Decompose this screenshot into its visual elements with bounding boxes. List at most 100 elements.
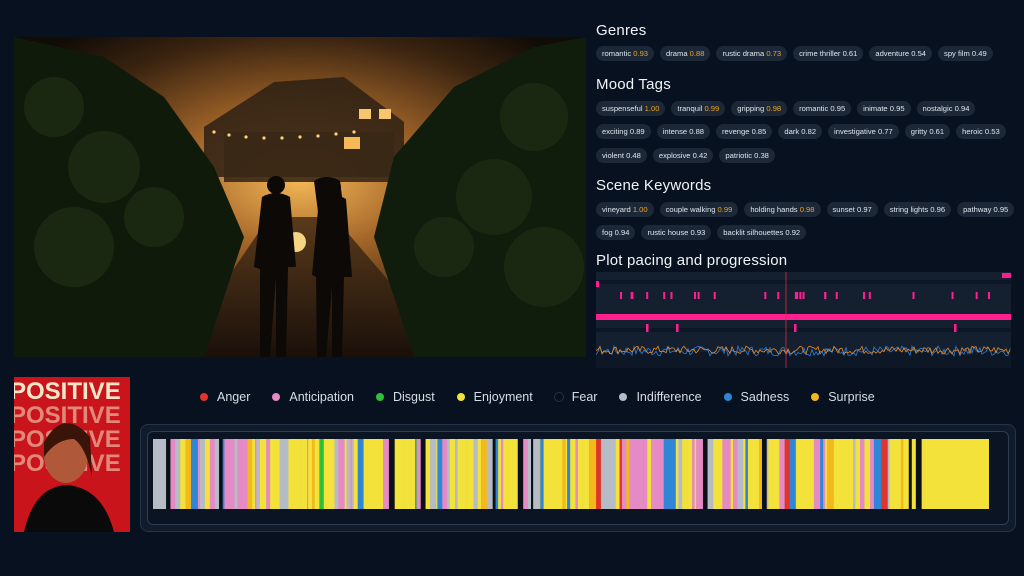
emotion-segment (388, 439, 395, 509)
tag-chip[interactable]: nostalgic 0.94 (916, 101, 976, 116)
emotion-segment (663, 439, 677, 509)
legend-item[interactable]: Indifference (619, 390, 702, 404)
emotion-segment (508, 439, 513, 509)
emotion-segment (224, 439, 229, 509)
emotion-segment (180, 439, 186, 509)
tag-chip[interactable]: fog 0.94 (596, 225, 636, 240)
portrait-thumbnail-icon: POSITIVE POSITIVE POSITIVE POSITIVE (14, 377, 130, 532)
emotion-segment (206, 439, 211, 509)
mood-tags-row-1: suspenseful 1.00 tranquil 0.99 gripping 0.… (596, 101, 976, 116)
genres-tags: romantic 0.93 drama 0.88 rustic drama 0.73… (596, 46, 993, 61)
tag-score: 0.89 (629, 127, 645, 136)
pacing-tick (862, 292, 865, 299)
tag-chip[interactable]: vineyard 1.00 (596, 202, 654, 217)
tag-chip[interactable]: rustic drama 0.73 (716, 46, 788, 61)
emotion-segment (373, 439, 377, 509)
tag-chip[interactable]: suspenseful 1.00 (596, 101, 666, 116)
emotion-segment (498, 439, 502, 509)
tag-label: sunset (832, 205, 857, 214)
emotion-segment (447, 439, 451, 509)
pacing-tick (868, 292, 871, 299)
emotion-segment (256, 439, 261, 509)
legend-item[interactable]: Anger (200, 390, 250, 404)
pacing-timeline[interactable] (596, 272, 1011, 368)
emotion-segment (562, 439, 566, 509)
tag-chip[interactable]: tranquil 0.99 (671, 101, 726, 116)
tag-chip[interactable]: heroic 0.53 (956, 124, 1006, 139)
emotion-segment (481, 439, 488, 509)
tag-chip[interactable]: revenge 0.85 (716, 124, 773, 139)
tag-chip[interactable]: romantic 0.95 (793, 101, 852, 116)
emotion-segment (300, 439, 306, 509)
pacing-tick (794, 292, 797, 299)
emotion-segment (600, 439, 612, 509)
tag-chip[interactable]: inimate 0.95 (857, 101, 911, 116)
emotion-segment (707, 439, 714, 509)
legend-dot (200, 393, 208, 401)
tag-chip[interactable]: backlit silhouettes 0.92 (717, 225, 807, 240)
emotion-segment (924, 439, 989, 509)
emotion-segment (304, 439, 308, 509)
legend-item[interactable]: Disgust (375, 390, 435, 404)
tag-chip[interactable]: drama 0.88 (660, 46, 711, 61)
tag-chip[interactable]: gritty 0.61 (904, 124, 951, 139)
pacing-tick (630, 292, 633, 299)
emotion-segment (404, 439, 411, 509)
emotion-segment (596, 439, 602, 509)
tag-chip[interactable]: spy film 0.49 (938, 46, 993, 61)
emotion-segment (486, 439, 493, 509)
legend-item[interactable]: Fear (554, 390, 597, 404)
tag-chip[interactable]: violent 0.48 (596, 148, 647, 163)
tag-chip[interactable]: exciting 0.89 (596, 124, 651, 139)
pacing-marker (596, 281, 599, 287)
tag-score: 0.95 (830, 104, 846, 113)
tag-chip[interactable]: crime thriller 0.61 (793, 46, 864, 61)
tag-chip[interactable]: intense 0.88 (656, 124, 711, 139)
tag-chip[interactable]: rustic house 0.93 (641, 225, 712, 240)
tag-chip[interactable]: pathway 0.95 (957, 202, 1015, 217)
tag-score: 0.95 (993, 205, 1009, 214)
emotion-segment (651, 439, 665, 509)
hero-image (14, 37, 586, 357)
emotion-segment (682, 439, 685, 509)
tag-score: 0.99 (704, 104, 720, 113)
emotion-segment (383, 439, 390, 509)
emotion-legend: Anger Anticipation Disgust Enjoyment Fear Ind… (200, 390, 875, 404)
legend-item[interactable]: Sadness (723, 390, 789, 404)
mood-tags-row-2: exciting 0.89 intense 0.88 revenge 0.85 dar… (596, 124, 1006, 139)
legend-label: Anticipation (289, 390, 354, 404)
emotion-segment (728, 439, 731, 509)
tag-chip[interactable]: patriotic 0.38 (719, 148, 775, 163)
legend-item[interactable]: Anticipation (272, 390, 354, 404)
tag-chip[interactable]: couple walking 0.99 (659, 202, 739, 217)
emotion-timeline-panel (140, 424, 1016, 532)
tag-chip[interactable]: gripping 0.98 (731, 101, 788, 116)
emotion-segment (553, 439, 557, 509)
tag-label: adventure (875, 49, 912, 58)
tag-score: 0.98 (766, 104, 782, 113)
emotion-segment (647, 439, 652, 509)
tag-chip[interactable]: romantic 0.93 (596, 46, 655, 61)
emotion-segment (495, 439, 499, 509)
emotion-segment (753, 439, 760, 509)
tag-chip[interactable]: dark 0.82 (778, 124, 823, 139)
emotion-segment (353, 439, 359, 509)
tag-score: 0.93 (633, 49, 649, 58)
emotion-segment (687, 439, 693, 509)
tag-score: 0.77 (877, 127, 893, 136)
emotion-segment (319, 439, 325, 509)
emotion-segment (214, 439, 220, 509)
emotion-timeline-bar[interactable] (153, 439, 989, 509)
tag-label: heroic (962, 127, 985, 136)
tag-chip[interactable]: string lights 0.96 (883, 202, 952, 217)
tag-chip[interactable]: explosive 0.42 (652, 148, 714, 163)
tag-chip[interactable]: sunset 0.97 (826, 202, 878, 217)
tag-chip[interactable]: adventure 0.54 (869, 46, 933, 61)
tag-chip[interactable]: holding hands 0.98 (744, 202, 821, 217)
legend-item[interactable]: Surprise (811, 390, 875, 404)
video-thumbnail[interactable]: POSITIVE POSITIVE POSITIVE POSITIVE (14, 377, 130, 532)
emotion-segment (615, 439, 620, 509)
keywords-row-1: vineyard 1.00 couple walking 0.99 holding … (596, 202, 1015, 217)
tag-chip[interactable]: investigative 0.77 (828, 124, 899, 139)
legend-item[interactable]: Enjoyment (456, 390, 533, 404)
